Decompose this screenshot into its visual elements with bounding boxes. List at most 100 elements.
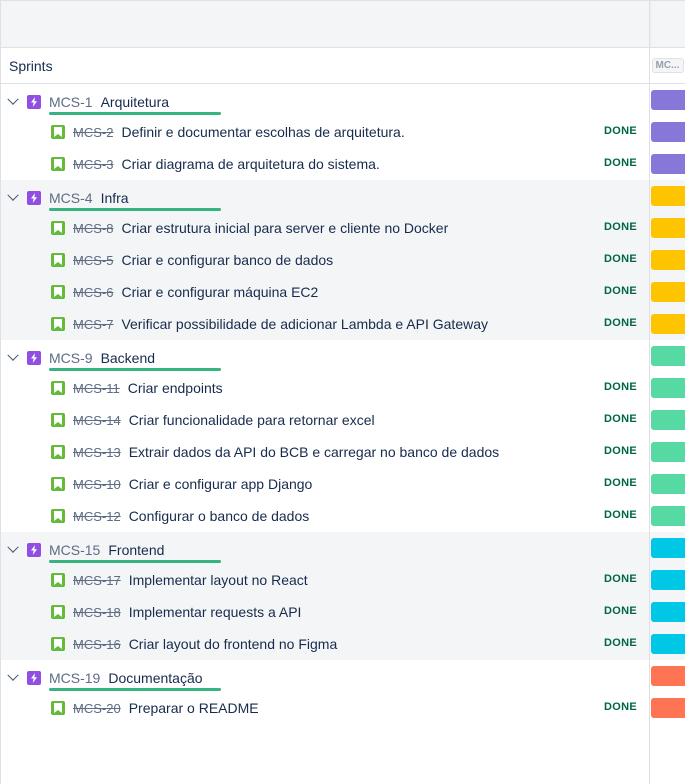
story-key[interactable]: MCS-11 bbox=[73, 381, 120, 396]
timeline-bars bbox=[650, 84, 685, 724]
story-key[interactable]: MCS-16 bbox=[73, 637, 121, 652]
story-row[interactable]: MCS-11 Criar endpoints DONE bbox=[1, 372, 649, 404]
story-title[interactable]: Definir e documentar escolhas de arquite… bbox=[121, 124, 404, 140]
chevron-down-icon[interactable] bbox=[7, 349, 19, 361]
story-timeline-bar[interactable] bbox=[651, 474, 685, 494]
story-key[interactable]: MCS-8 bbox=[73, 221, 113, 236]
story-timeline-bar[interactable] bbox=[651, 282, 685, 302]
story-row[interactable]: MCS-16 Criar layout do frontend no Figma D… bbox=[1, 628, 649, 660]
story-key[interactable]: MCS-12 bbox=[73, 509, 121, 524]
story-title[interactable]: Implementar requests a API bbox=[129, 604, 302, 620]
story-timeline-bar[interactable] bbox=[651, 378, 685, 398]
story-row[interactable]: MCS-12 Configurar o banco de dados DONE bbox=[1, 500, 649, 532]
story-timeline-bar[interactable] bbox=[651, 218, 685, 238]
story-title[interactable]: Criar funcionalidade para retornar excel bbox=[129, 412, 375, 428]
story-timeline-bar[interactable] bbox=[651, 154, 685, 174]
epic-key[interactable]: MCS-9 bbox=[49, 350, 93, 366]
chevron-down-icon[interactable] bbox=[7, 189, 19, 201]
status-badge: DONE bbox=[604, 477, 637, 489]
timeline-story-cell bbox=[650, 212, 685, 244]
epic-title[interactable]: Infra bbox=[101, 190, 129, 206]
story-row[interactable]: MCS-13 Extrair dados da API do BCB e carr… bbox=[1, 436, 649, 468]
story-timeline-bar[interactable] bbox=[651, 634, 685, 654]
epic-title[interactable]: Frontend bbox=[108, 542, 164, 558]
story-timeline-bar[interactable] bbox=[651, 314, 685, 334]
epic-key[interactable]: MCS-1 bbox=[49, 94, 93, 110]
story-title[interactable]: Criar diagrama de arquitetura do sistema… bbox=[121, 156, 379, 172]
epic-key[interactable]: MCS-19 bbox=[49, 670, 100, 686]
story-row[interactable]: MCS-14 Criar funcionalidade para retornar… bbox=[1, 404, 649, 436]
epic-timeline-bar[interactable] bbox=[651, 538, 685, 558]
story-row[interactable]: MCS-5 Criar e configurar banco de dados DO… bbox=[1, 244, 649, 276]
story-title[interactable]: Implementar layout no React bbox=[129, 572, 308, 588]
epic-row[interactable]: MCS-19 Documentação bbox=[1, 660, 649, 692]
story-row[interactable]: MCS-3 Criar diagrama de arquitetura do si… bbox=[1, 148, 649, 180]
sprint-badge[interactable]: MC... bbox=[651, 58, 684, 73]
story-title[interactable]: Criar layout do frontend no Figma bbox=[129, 636, 338, 652]
epic-title[interactable]: Backend bbox=[101, 350, 155, 366]
story-row[interactable]: MCS-17 Implementar layout no React DONE bbox=[1, 564, 649, 596]
story-key[interactable]: MCS-6 bbox=[73, 285, 113, 300]
story-title[interactable]: Preparar o README bbox=[129, 700, 259, 716]
story-title[interactable]: Configurar o banco de dados bbox=[129, 508, 310, 524]
story-key[interactable]: MCS-20 bbox=[73, 701, 121, 716]
epic-key[interactable]: MCS-15 bbox=[49, 542, 100, 558]
story-title[interactable]: Criar e configurar máquina EC2 bbox=[121, 284, 318, 300]
story-key[interactable]: MCS-18 bbox=[73, 605, 121, 620]
story-timeline-bar[interactable] bbox=[651, 506, 685, 526]
story-timeline-bar[interactable] bbox=[651, 122, 685, 142]
epic-title[interactable]: Arquitetura bbox=[101, 94, 169, 110]
sprints-row[interactable]: Sprints bbox=[1, 48, 649, 84]
story-row[interactable]: MCS-2 Definir e documentar escolhas de ar… bbox=[1, 116, 649, 148]
epic-group: MCS-15 Frontend MCS-17 Implementar layout n… bbox=[1, 532, 649, 660]
story-title[interactable]: Verificar possibilidade de adicionar Lam… bbox=[121, 316, 488, 332]
epic-title[interactable]: Documentação bbox=[108, 670, 202, 686]
roadmap-frame: Sprints MCS-1 Arquitetura MCS-2 Definir e d… bbox=[0, 0, 685, 784]
chevron-down-icon[interactable] bbox=[7, 93, 19, 105]
story-timeline-bar[interactable] bbox=[651, 602, 685, 622]
story-key[interactable]: MCS-7 bbox=[73, 317, 113, 332]
epic-timeline-bar[interactable] bbox=[651, 90, 685, 110]
epic-row[interactable]: MCS-15 Frontend bbox=[1, 532, 649, 564]
story-key[interactable]: MCS-5 bbox=[73, 253, 113, 268]
story-timeline-bar[interactable] bbox=[651, 410, 685, 430]
chevron-down-icon[interactable] bbox=[7, 669, 19, 681]
chevron-down-icon[interactable] bbox=[7, 541, 19, 553]
story-row[interactable]: MCS-8 Criar estrutura inicial para server… bbox=[1, 212, 649, 244]
epic-list: MCS-1 Arquitetura MCS-2 Definir e documenta… bbox=[1, 84, 649, 724]
timeline-epic-group bbox=[650, 340, 685, 532]
story-row[interactable]: MCS-6 Criar e configurar máquina EC2 DONE bbox=[1, 276, 649, 308]
timeline-story-cell bbox=[650, 404, 685, 436]
epic-progress-bar bbox=[49, 208, 221, 211]
epic-row[interactable]: MCS-9 Backend bbox=[1, 340, 649, 372]
story-key[interactable]: MCS-3 bbox=[73, 157, 113, 172]
epic-timeline-bar[interactable] bbox=[651, 666, 685, 686]
epic-timeline-bar[interactable] bbox=[651, 346, 685, 366]
story-title[interactable]: Criar estrutura inicial para server e cl… bbox=[121, 220, 448, 236]
timeline-epic-group bbox=[650, 532, 685, 660]
story-row[interactable]: MCS-18 Implementar requests a API DONE bbox=[1, 596, 649, 628]
epic-row[interactable]: MCS-1 Arquitetura bbox=[1, 84, 649, 116]
story-title[interactable]: Criar e configurar app Django bbox=[129, 476, 313, 492]
story-key[interactable]: MCS-17 bbox=[73, 573, 121, 588]
story-title[interactable]: Criar e configurar banco de dados bbox=[121, 252, 333, 268]
story-timeline-bar[interactable] bbox=[651, 250, 685, 270]
story-timeline-bar[interactable] bbox=[651, 442, 685, 462]
epic-progress-bar bbox=[49, 688, 221, 691]
story-row[interactable]: MCS-20 Preparar o README DONE bbox=[1, 692, 649, 724]
epic-group: MCS-4 Infra MCS-8 Criar estrutura inicial p… bbox=[1, 180, 649, 340]
timeline-epic-cell bbox=[650, 532, 685, 564]
story-timeline-bar[interactable] bbox=[651, 698, 685, 718]
story-key[interactable]: MCS-2 bbox=[73, 125, 113, 140]
story-key[interactable]: MCS-10 bbox=[73, 477, 121, 492]
epic-timeline-bar[interactable] bbox=[651, 186, 685, 206]
story-timeline-bar[interactable] bbox=[651, 570, 685, 590]
story-row[interactable]: MCS-10 Criar e configurar app Django DONE bbox=[1, 468, 649, 500]
epic-row[interactable]: MCS-4 Infra bbox=[1, 180, 649, 212]
story-key[interactable]: MCS-13 bbox=[73, 445, 121, 460]
epic-key[interactable]: MCS-4 bbox=[49, 190, 93, 206]
story-title[interactable]: Extrair dados da API do BCB e carregar n… bbox=[129, 444, 499, 460]
story-key[interactable]: MCS-14 bbox=[73, 413, 121, 428]
story-title[interactable]: Criar endpoints bbox=[128, 380, 223, 396]
story-row[interactable]: MCS-7 Verificar possibilidade de adiciona… bbox=[1, 308, 649, 340]
